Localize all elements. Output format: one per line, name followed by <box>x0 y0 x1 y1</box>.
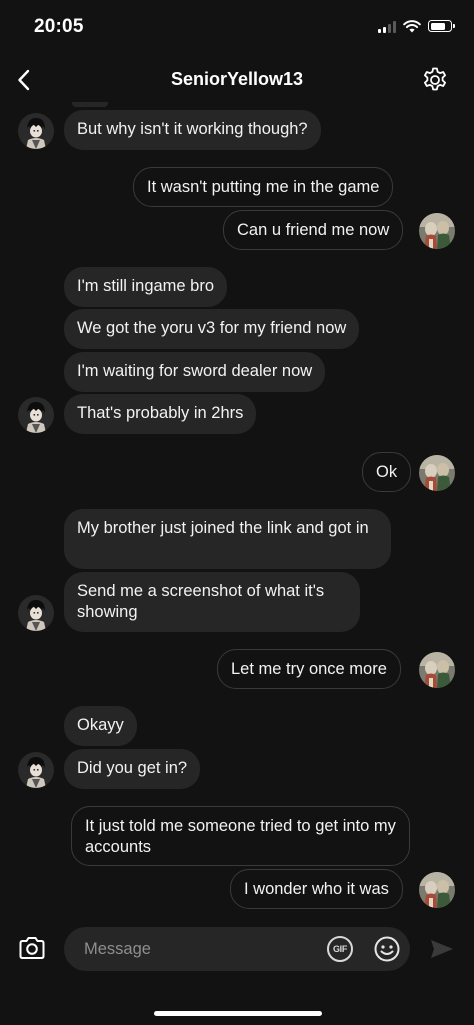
message-bubble-incoming[interactable]: I'm waiting for sword dealer now <box>64 352 326 392</box>
battery-icon <box>428 20 455 32</box>
sticker-smiley-icon <box>374 936 400 962</box>
message-bubble-incoming[interactable]: But why isn't it working though? <box>64 110 321 150</box>
message-bubble-incoming[interactable]: Did you get in? <box>64 749 201 789</box>
message-bubble-incoming[interactable]: Okayy <box>64 706 137 746</box>
status-icons <box>378 19 455 33</box>
message-field[interactable]: GIF <box>64 927 410 971</box>
message-input[interactable] <box>84 927 304 971</box>
user-avatar[interactable] <box>419 872 455 908</box>
contact-avatar[interactable] <box>18 113 54 149</box>
user-avatar-image <box>419 652 455 688</box>
signal-icon <box>378 19 396 33</box>
user-avatar-image <box>419 213 455 249</box>
gear-icon <box>424 67 446 91</box>
message-bubble-outgoing[interactable]: It just told me someone tried to get int… <box>71 806 410 866</box>
message-composer: GIF <box>0 918 474 1025</box>
sticker-button[interactable] <box>372 934 402 964</box>
conversation-title[interactable]: SeniorYellow13 <box>0 69 474 90</box>
message-bubble-outgoing[interactable]: I wonder who it was <box>230 869 403 909</box>
settings-button[interactable] <box>420 65 450 95</box>
message-bubble-incoming[interactable]: That's probably in 2hrs <box>64 394 257 434</box>
user-avatar[interactable] <box>419 455 455 491</box>
message-bubble-outgoing[interactable]: Can u friend me now <box>223 210 404 250</box>
contact-avatar-image <box>18 397 54 433</box>
message-bubble-incoming[interactable]: We got the yoru v3 for my friend now <box>64 309 360 349</box>
contact-avatar-image <box>18 595 54 631</box>
user-avatar-image <box>419 872 455 908</box>
message-bubble-outgoing[interactable]: Let me try once more <box>217 649 401 689</box>
send-arrow-icon <box>431 940 453 958</box>
message-list[interactable]: But why isn't it working though? It wasn… <box>0 102 474 918</box>
contact-avatar[interactable] <box>18 752 54 788</box>
status-bar: 20:05 <box>0 0 474 56</box>
user-avatar-image <box>419 455 455 491</box>
send-button[interactable] <box>428 937 456 961</box>
user-avatar[interactable] <box>419 652 455 688</box>
dm-screen: 20:05 SeniorYellow13 But why isn't it wo… <box>0 0 474 1025</box>
wifi-icon <box>403 19 421 32</box>
gif-button[interactable]: GIF <box>327 936 353 962</box>
message-bubble-incoming[interactable]: Send me a screenshot of what it's showin… <box>64 572 360 632</box>
home-indicator <box>154 1011 322 1016</box>
gif-label: GIF <box>332 944 348 954</box>
contact-avatar-image <box>18 113 54 149</box>
contact-avatar[interactable] <box>18 397 54 433</box>
previous-message-edge <box>72 102 108 107</box>
message-bubble-outgoing[interactable]: Ok <box>362 452 412 492</box>
camera-icon <box>19 937 45 959</box>
message-bubble-incoming[interactable]: I'm still ingame bro <box>64 267 228 307</box>
status-time: 20:05 <box>34 16 84 37</box>
user-avatar[interactable] <box>419 213 455 249</box>
contact-avatar-image <box>18 752 54 788</box>
message-bubble-outgoing[interactable]: It wasn't putting me in the game <box>133 167 394 207</box>
conversation-header: SeniorYellow13 <box>0 56 474 106</box>
message-bubble-incoming[interactable]: My brother just joined the link and got … <box>64 509 391 569</box>
contact-avatar[interactable] <box>18 595 54 631</box>
camera-button[interactable] <box>16 932 48 964</box>
